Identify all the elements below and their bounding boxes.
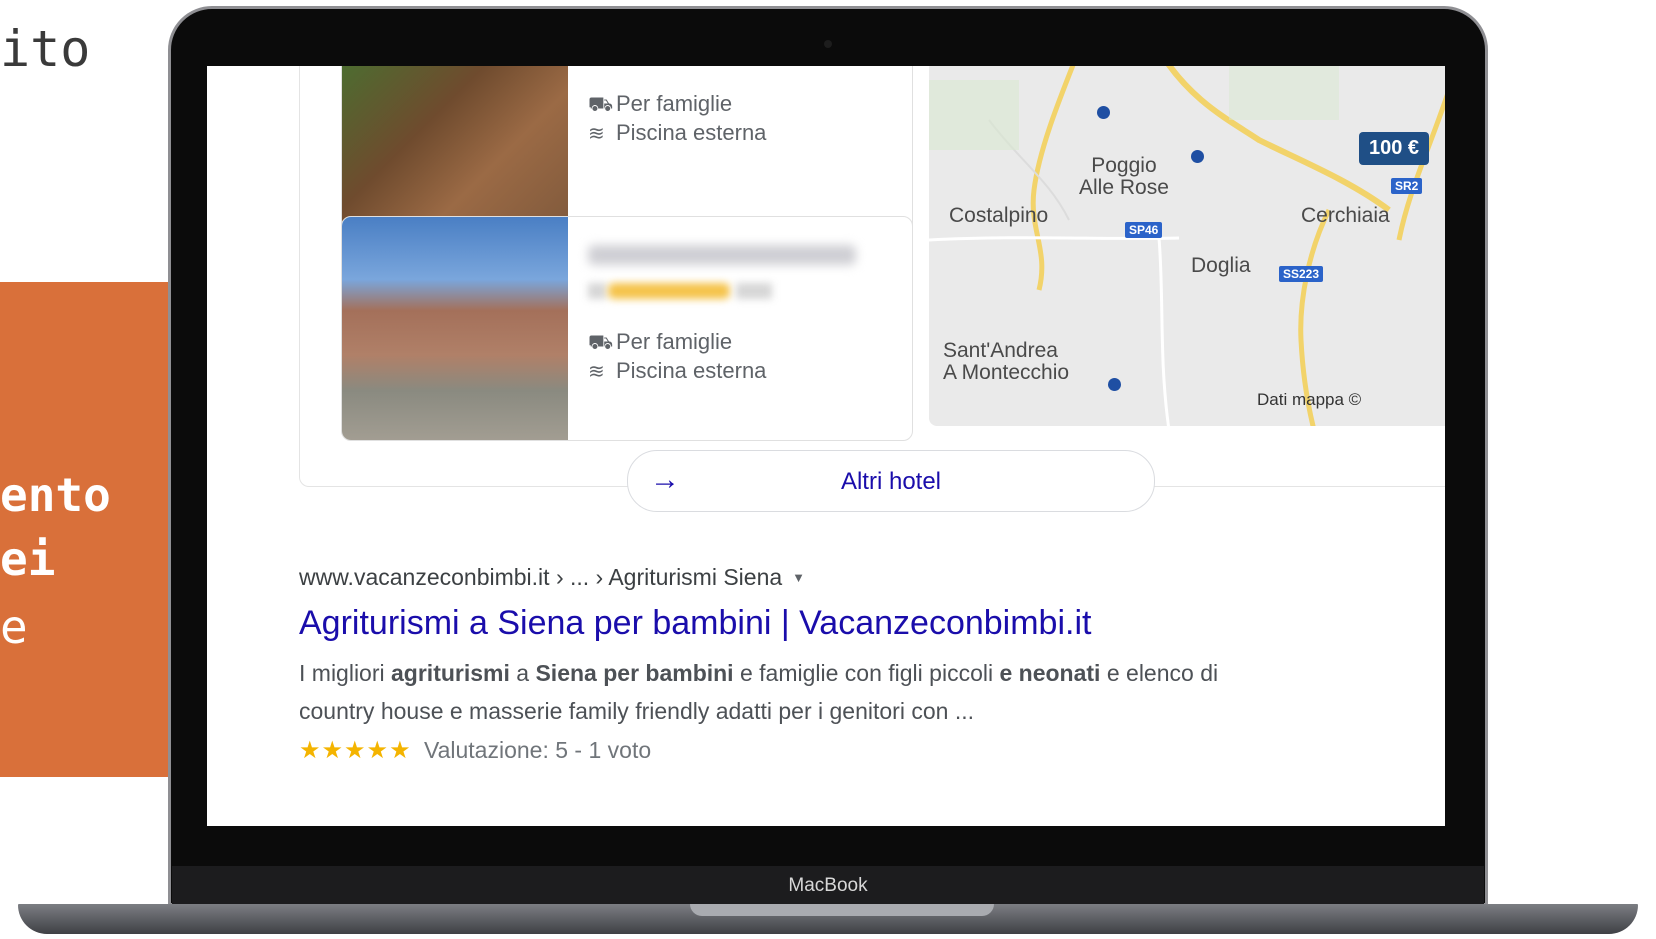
blurred-rating xyxy=(588,283,606,299)
map-place-doglia: Doglia xyxy=(1191,254,1251,277)
stroller-icon: ⛟ xyxy=(588,332,614,354)
blurred-hotel-name xyxy=(588,245,856,265)
map-pin[interactable] xyxy=(1097,106,1110,119)
map-place-cerchiaia: Cerchiaia xyxy=(1301,204,1390,227)
hotel-map[interactable]: Poggio Alle Rose Costalpino Cerchiaia Dog… xyxy=(929,66,1445,426)
slide-title-fragment: ito xyxy=(0,20,91,78)
laptop-notch xyxy=(690,904,994,916)
map-place-poggio: Poggio Alle Rose xyxy=(1079,154,1169,199)
map-attribution[interactable]: Dati mappa © xyxy=(1257,390,1361,410)
amenity-pool: ≋ Piscina esterna xyxy=(588,358,767,383)
pool-icon: ≋ xyxy=(588,123,605,145)
panel-line-1: ento xyxy=(0,468,111,522)
map-place-costalpino: Costalpino xyxy=(949,204,1049,227)
more-hotels-button[interactable]: → Altri hotel xyxy=(627,450,1155,512)
result-snippet-line-1: I migliori agriturismi a Siena per bambi… xyxy=(299,660,1219,686)
pool-icon: ≋ xyxy=(588,361,605,383)
result-breadcrumb[interactable]: www.vacanzeconbimbi.it › ... › Agrituris… xyxy=(299,564,805,591)
hotel-card[interactable]: ⛟ Per famiglie ≋ Piscina esterna xyxy=(341,216,913,441)
road-badge-sp46: SP46 xyxy=(1125,222,1163,238)
more-hotels-label: Altri hotel xyxy=(840,468,942,495)
map-price-marker[interactable]: 100 € xyxy=(1359,132,1430,165)
map-pin[interactable] xyxy=(1191,150,1204,163)
result-title-link[interactable]: Agriturismi a Siena per bambini | Vacanz… xyxy=(299,604,1091,643)
macbook-label: MacBook xyxy=(788,875,868,896)
result-snippet-line-2: country house e masserie family friendly… xyxy=(299,698,974,724)
map-pin[interactable] xyxy=(1108,378,1121,391)
amenity-family: ⛟ Per famiglie xyxy=(588,91,732,119)
laptop-bottom-bezel: MacBook xyxy=(172,866,1484,904)
blurred-review-count xyxy=(736,283,772,299)
amenity-pool: ≋ Piscina esterna xyxy=(588,120,767,145)
amenity-family: ⛟ Per famiglie xyxy=(588,329,732,357)
stroller-icon: ⛟ xyxy=(588,94,614,116)
caret-down-icon[interactable]: ▼ xyxy=(792,570,805,585)
hotel-photo[interactable] xyxy=(342,217,568,440)
camera-icon xyxy=(824,40,832,48)
star-rating-icon: ★★★★★ xyxy=(299,737,412,764)
panel-line-2: ei xyxy=(0,532,56,586)
orange-text-panel: ento ei e xyxy=(0,282,170,777)
laptop-screen: ⛟ Per famiglie ≋ Piscina esterna ⛟ Per fami… xyxy=(207,66,1445,826)
map-place-santandrea: Sant'Andrea A Montecchio xyxy=(943,339,1070,384)
blurred-stars xyxy=(608,283,730,299)
road-badge-sr2: SR2 xyxy=(1391,178,1423,194)
laptop-base xyxy=(18,904,1638,934)
road-badge-ss223: SS223 xyxy=(1279,266,1324,282)
result-rating: ★★★★★ Valutazione: 5 - 1 voto xyxy=(299,737,652,764)
panel-line-3: e xyxy=(0,600,28,654)
